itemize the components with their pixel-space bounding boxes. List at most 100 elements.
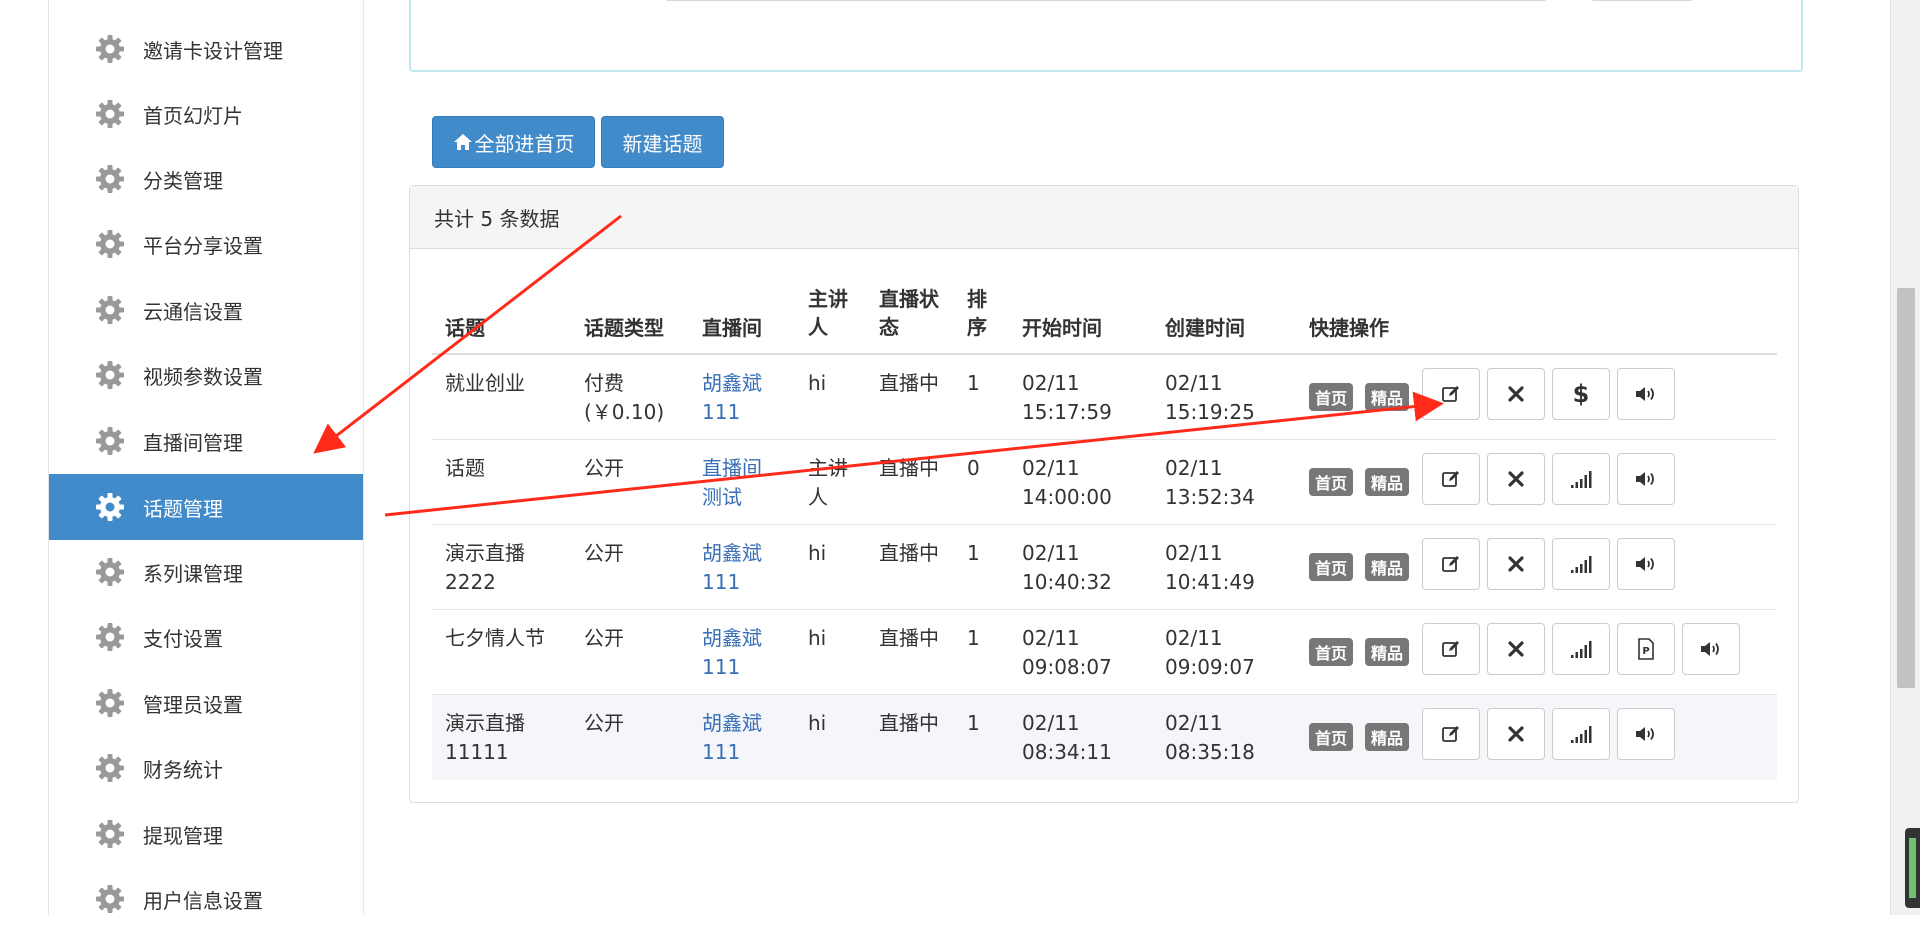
close-button[interactable] <box>1487 538 1545 590</box>
sidebar-item-share-settings[interactable]: 平台分享设置 <box>49 212 363 276</box>
sidebar-item-admins[interactable]: 管理员设置 <box>49 671 363 735</box>
close-button[interactable] <box>1487 708 1545 760</box>
cell-created: 02/11 09:09:07 <box>1165 626 1255 679</box>
cell-created: 02/11 15:19:25 <box>1165 371 1255 424</box>
svg-text:P: P <box>1642 646 1649 657</box>
header-start-time: 开始时间 <box>1022 316 1102 340</box>
cell-room[interactable]: 胡鑫斌 111 <box>702 539 762 597</box>
all-to-home-button[interactable]: 全部进首页 <box>432 116 595 168</box>
edit-icon <box>1441 554 1461 574</box>
volume-icon <box>1635 725 1657 743</box>
header-type: 话题类型 <box>584 316 664 340</box>
cell-start: 02/11 14:00:00 <box>1022 456 1112 509</box>
sidebar-item-video-params[interactable]: 视频参数设置 <box>49 343 363 407</box>
home-badge[interactable]: 首页 <box>1309 468 1354 496</box>
cell-status: 直播中 <box>879 371 939 395</box>
signal-button[interactable] <box>1552 708 1610 760</box>
cell-start: 02/11 08:34:11 <box>1022 711 1112 764</box>
volume-button[interactable] <box>1617 708 1675 760</box>
close-button[interactable] <box>1487 453 1545 505</box>
header-status: 直播状 态 <box>879 287 939 339</box>
cell-room[interactable]: 胡鑫斌 111 <box>702 709 762 767</box>
featured-badge[interactable]: 精品 <box>1365 723 1410 751</box>
featured-badge[interactable]: 精品 <box>1365 553 1410 581</box>
gear-icon <box>95 34 125 64</box>
volume-button[interactable] <box>1617 538 1675 590</box>
volume-icon <box>1635 385 1657 403</box>
cell-room[interactable]: 直播间 测试 <box>702 454 762 512</box>
home-badge[interactable]: 首页 <box>1309 638 1354 666</box>
header-room: 直播间 <box>702 316 762 340</box>
sidebar-item-label: 系列课管理 <box>143 561 243 586</box>
filter-panel <box>409 0 1803 72</box>
table-row: 演示直播 11111 公开 胡鑫斌 111 hi 直播中 1 02/11 08:34:11 0… <box>432 695 1777 780</box>
cell-room[interactable]: 胡鑫斌 111 <box>702 624 762 682</box>
cell-order: 1 <box>967 626 980 650</box>
sidebar-nav: 邀请卡设计管理 首页幻灯片 分类管理 平台分享设置 云通信设置 视频参数设置 直… <box>49 0 364 915</box>
table-row: 演示直播 2222 公开 胡鑫斌 111 hi 直播中 1 02/11 10:40:32 02… <box>432 525 1777 610</box>
sidebar-item-live-rooms[interactable]: 直播间管理 <box>49 409 363 473</box>
home-badge[interactable]: 首页 <box>1309 553 1354 581</box>
gear-icon <box>95 426 125 456</box>
cell-status: 直播中 <box>879 711 939 735</box>
sidebar-item-invite-card[interactable]: 邀请卡设计管理 <box>49 17 363 81</box>
sidebar-item-label: 提现管理 <box>143 823 223 848</box>
sidebar-item-category[interactable]: 分类管理 <box>49 147 363 211</box>
sidebar-item-topics[interactable]: 话题管理 <box>49 474 363 540</box>
sidebar-item-finance[interactable]: 财务统计 <box>49 736 363 800</box>
volume-icon <box>1635 470 1657 488</box>
edit-button[interactable] <box>1422 623 1480 675</box>
file-p-button[interactable]: P <box>1617 623 1675 675</box>
volume-button[interactable] <box>1617 368 1675 420</box>
page-scrollbar[interactable] <box>1890 0 1920 915</box>
sidebar-item-user-info[interactable]: 用户信息设置 <box>49 867 363 931</box>
gear-icon <box>95 295 125 325</box>
signal-button[interactable] <box>1552 538 1610 590</box>
cell-topic: 演示直播 2222 <box>445 541 525 594</box>
gear-icon <box>95 753 125 783</box>
search-button[interactable] <box>1591 0 1693 1</box>
sidebar-item-cloud-comm[interactable]: 云通信设置 <box>49 278 363 342</box>
volume-button[interactable] <box>1617 453 1675 505</box>
cell-speaker: hi <box>808 371 827 395</box>
all-to-home-label: 全部进首页 <box>474 131 575 156</box>
sidebar-item-home-slides[interactable]: 首页幻灯片 <box>49 82 363 146</box>
new-topic-button[interactable]: 新建话题 <box>601 116 724 168</box>
cell-start: 02/11 15:17:59 <box>1022 371 1112 424</box>
cell-room[interactable]: 胡鑫斌 111 <box>702 369 762 427</box>
table-row: 话题 公开 直播间 测试 主讲 人 直播中 0 02/11 14:00:00 02/11 13… <box>432 440 1777 525</box>
featured-badge[interactable]: 精品 <box>1365 468 1410 496</box>
edit-button[interactable] <box>1422 453 1480 505</box>
edit-icon <box>1441 469 1461 489</box>
featured-badge[interactable]: 精品 <box>1365 638 1410 666</box>
dollar-button[interactable]: $ <box>1552 368 1610 420</box>
left-margin <box>0 0 49 915</box>
edit-button[interactable] <box>1422 708 1480 760</box>
sidebar-item-withdraw[interactable]: 提现管理 <box>49 802 363 866</box>
signal-button[interactable] <box>1552 623 1610 675</box>
cell-type: 公开 <box>584 456 624 480</box>
edit-button[interactable] <box>1422 538 1480 590</box>
signal-button[interactable] <box>1552 453 1610 505</box>
cell-type: 公开 <box>584 626 624 650</box>
home-badge[interactable]: 首页 <box>1309 723 1354 751</box>
sidebar-item-label: 云通信设置 <box>143 299 243 324</box>
cell-topic: 就业创业 <box>445 371 525 395</box>
home-badge[interactable]: 首页 <box>1309 383 1354 411</box>
edit-button[interactable] <box>1422 368 1480 420</box>
volume-button[interactable] <box>1682 623 1740 675</box>
featured-badge[interactable]: 精品 <box>1365 383 1410 411</box>
close-icon <box>1507 470 1525 488</box>
close-button[interactable] <box>1487 623 1545 675</box>
volume-icon <box>1700 640 1722 658</box>
scrollbar-thumb[interactable] <box>1897 288 1915 688</box>
sidebar-item-series[interactable]: 系列课管理 <box>49 540 363 604</box>
sidebar-item-label: 分类管理 <box>143 168 223 193</box>
search-input[interactable] <box>665 0 1547 1</box>
table-row: 七夕情人节 公开 胡鑫斌 111 hi 直播中 1 02/11 09:08:07 02/11 … <box>432 610 1777 695</box>
sidebar-item-label: 支付设置 <box>143 626 223 651</box>
sidebar-item-payment[interactable]: 支付设置 <box>49 605 363 669</box>
cell-topic: 话题 <box>445 456 485 480</box>
close-button[interactable] <box>1487 368 1545 420</box>
cell-order: 1 <box>967 371 980 395</box>
